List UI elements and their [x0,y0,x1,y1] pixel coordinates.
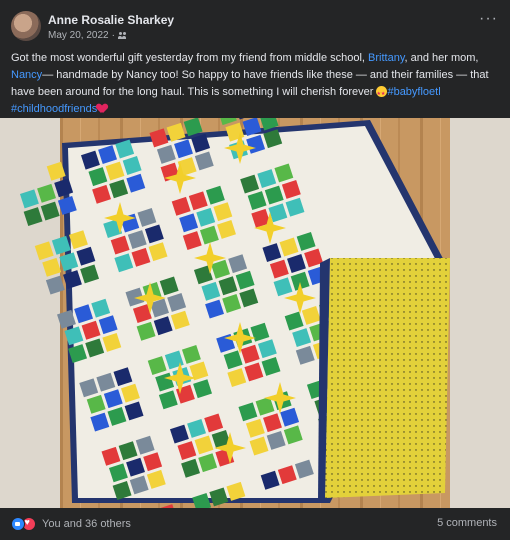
reactions-summary[interactable]: You and 36 others [11,517,131,531]
post-footer: You and 36 others 5 comments [0,508,510,540]
post-caption: Got the most wonderful gift yesterday fr… [11,50,501,118]
facebook-post: Anne Rosalie Sharkey May 20, 2022 · ··· … [0,0,510,540]
hashtag-childhoodfriends[interactable]: #childhoodfriends [11,103,97,115]
post-meta: May 20, 2022 · [48,30,127,41]
quilt-folded-corner [325,258,450,498]
friends-icon[interactable] [117,31,127,40]
comments-count[interactable]: 5 comments [437,517,497,529]
wall-right [450,118,510,508]
mention-nancy[interactable]: Nancy [11,69,42,81]
post-date[interactable]: May 20, 2022 [48,30,109,41]
quilt-image [0,118,510,508]
hashtag-babyfloetl[interactable]: #babyfloetl [387,86,440,98]
post-photo[interactable] [0,118,510,508]
mention-brittany[interactable]: Brittany [368,52,404,64]
red-heart-icon [97,104,107,113]
caption-text-1: Got the most wonderful gift yesterday fr… [11,52,369,64]
author-avatar[interactable] [11,11,41,41]
reactions-count: You and 36 others [42,518,131,530]
star-struck-icon [376,86,388,103]
caption-text-2: , and her mom, [404,52,479,64]
more-options-icon[interactable]: ··· [479,11,498,27]
author-name[interactable]: Anne Rosalie Sharkey [48,13,174,27]
post-header: Anne Rosalie Sharkey May 20, 2022 · ··· [0,0,510,46]
like-reaction-icon [11,517,25,531]
meta-separator: · [111,30,115,41]
